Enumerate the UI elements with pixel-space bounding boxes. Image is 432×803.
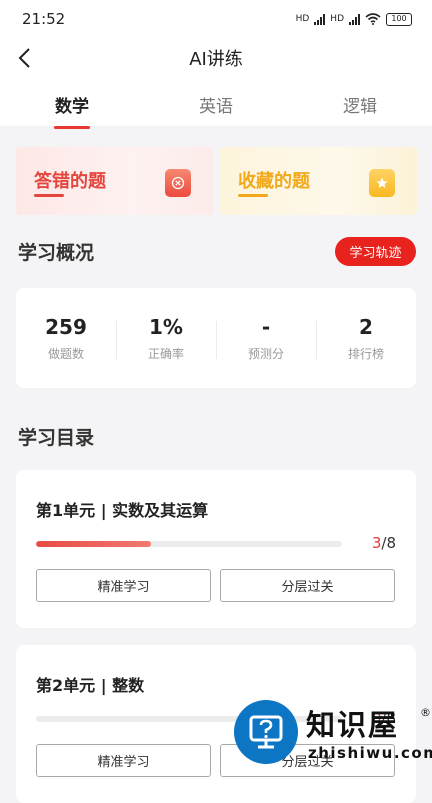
stat-label: 预测分	[247, 346, 284, 361]
stat-accuracy[interactable]: 1% 正确率	[116, 315, 216, 362]
favorite-questions-underline	[238, 194, 268, 197]
favorite-questions-card[interactable]: 收藏的题	[220, 147, 417, 215]
stat-value: 259	[45, 314, 87, 339]
watermark-name: 知识屋	[306, 708, 400, 742]
tab-logic[interactable]: 逻辑	[300, 78, 420, 117]
signal-icon-2	[349, 13, 360, 25]
network-type-label: HD	[295, 14, 310, 24]
stat-questions-done[interactable]: 259 做题数	[16, 315, 116, 362]
learning-track-button[interactable]: 学习轨迹	[335, 237, 416, 266]
nav-bar: AI讲练	[0, 38, 432, 78]
unit-title: 第1单元 | 实数及其运算	[36, 501, 209, 520]
overview-title: 学习概况	[18, 242, 95, 264]
network-type-label-2: HD	[330, 14, 344, 24]
watermark-logo-icon	[234, 700, 298, 764]
stat-value: -	[261, 314, 271, 339]
page-title: AI讲练	[189, 49, 243, 70]
cross-badge-icon	[165, 169, 191, 197]
stat-label: 做题数	[47, 346, 84, 361]
level-pass-button[interactable]: 分层过关	[220, 569, 395, 602]
watermark-domain: zhishiwu.com	[308, 744, 432, 762]
status-bar: 21:52 HD HD 100	[0, 0, 432, 38]
stat-ranking[interactable]: 2 排行榜	[316, 315, 416, 362]
star-badge-icon	[369, 169, 395, 197]
watermark-registered-mark: ®	[420, 706, 431, 719]
progress-done: 3	[371, 534, 382, 552]
stat-label: 排行榜	[347, 346, 384, 361]
wrong-questions-underline	[34, 194, 64, 197]
subject-tabs: 数学 英语 逻辑	[0, 78, 432, 129]
status-time: 21:52	[22, 10, 66, 28]
unit-title: 第2单元 | 整数	[36, 676, 145, 695]
favorite-questions-label: 收藏的题	[238, 171, 310, 192]
unit-card-1: 第1单元 | 实数及其运算 3/8 精准学习 分层过关	[16, 470, 416, 628]
precise-study-button[interactable]: 精准学习	[36, 744, 211, 777]
stat-label: 正确率	[147, 346, 184, 361]
stat-value: 2	[359, 314, 373, 339]
tab-english[interactable]: 英语	[156, 78, 276, 117]
battery-icon: 100	[386, 12, 412, 26]
wifi-icon	[365, 13, 381, 25]
back-arrow-icon[interactable]	[14, 46, 38, 70]
status-icons: HD HD 100	[295, 12, 412, 26]
tab-math[interactable]: 数学	[12, 78, 132, 129]
stat-predicted-score[interactable]: - 预测分	[216, 315, 316, 362]
wrong-questions-label: 答错的题	[34, 171, 106, 192]
unit-progress-count: 3/8	[372, 534, 396, 552]
wrong-questions-card[interactable]: 答错的题	[16, 147, 213, 215]
catalog-title: 学习目录	[18, 427, 95, 449]
site-watermark: 知识屋 ® zhishiwu.com	[234, 700, 432, 768]
stat-value: 1%	[149, 314, 183, 339]
precise-study-button[interactable]: 精准学习	[36, 569, 211, 602]
progress-total: /8	[381, 534, 396, 552]
unit-progress-bar	[36, 541, 342, 547]
signal-icon	[314, 13, 326, 25]
stats-card: 259 做题数 1% 正确率 - 预测分 2 排行榜	[16, 288, 416, 388]
unit-progress-fill	[36, 541, 151, 547]
